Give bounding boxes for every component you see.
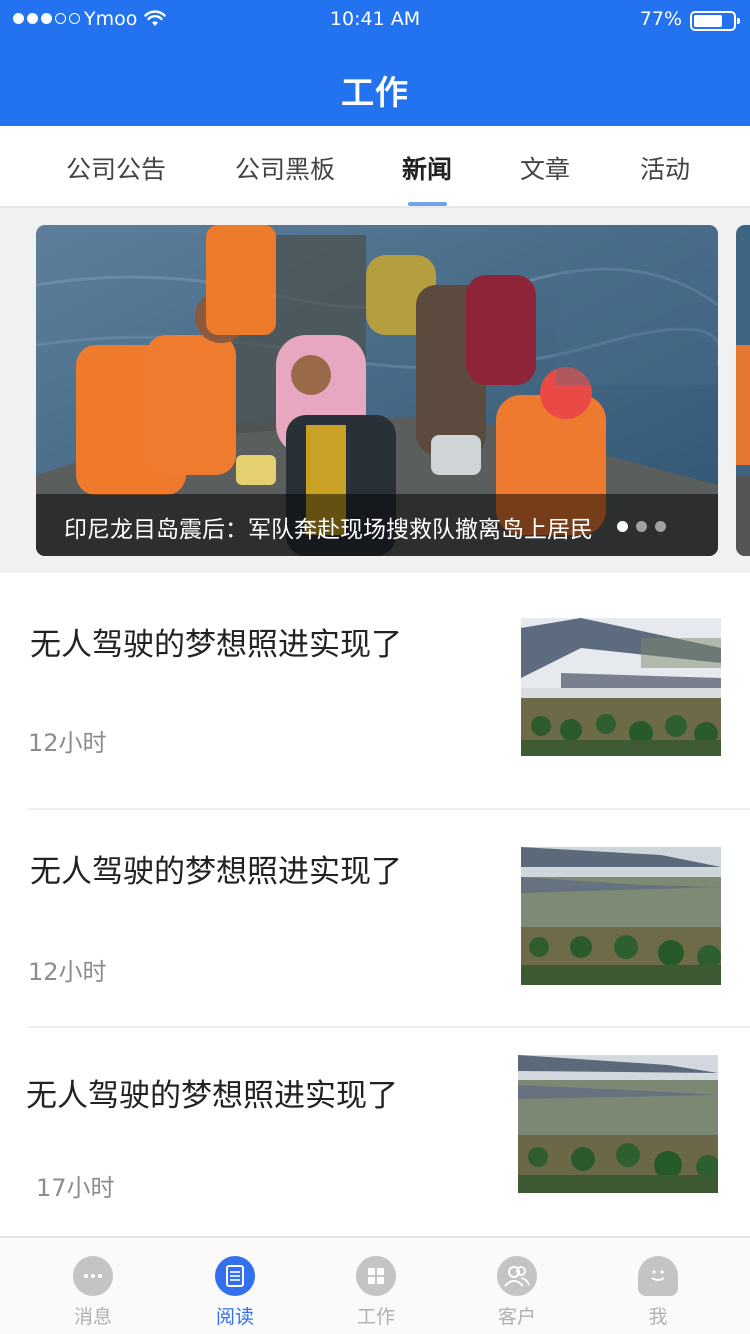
news-carousel[interactable]: 印尼龙目岛震后：军队奔赴现场搜救队撤离岛上居民 [0, 208, 750, 573]
users-icon [497, 1256, 537, 1296]
nav-item-messages[interactable]: 消息 [18, 1238, 168, 1334]
page-title: 工作 [341, 73, 409, 112]
news-time: 12小时 [28, 958, 107, 986]
grid-apps-icon [356, 1256, 396, 1296]
news-title: 无人驾驶的梦想照进实现了 [26, 1078, 398, 1114]
news-thumbnail [521, 847, 721, 985]
list-item[interactable]: 无人驾驶的梦想照进实现了 12小时 [0, 573, 750, 809]
news-title: 无人驾驶的梦想照进实现了 [30, 627, 402, 663]
person-icon [638, 1256, 678, 1296]
pager-dot-active [617, 521, 628, 532]
news-time: 17小时 [36, 1174, 115, 1202]
active-tab-indicator [408, 202, 447, 206]
tab-articles[interactable]: 文章 [520, 150, 570, 186]
list-item[interactable]: 无人驾驶的梦想照进实现了 17小时 [0, 1028, 750, 1236]
carousel-next-slide-peek[interactable] [736, 225, 750, 556]
list-item[interactable]: 无人驾驶的梦想照进实现了 12小时 [0, 810, 750, 1026]
nav-label: 客户 [497, 1306, 536, 1328]
tab-news[interactable]: 新闻 [402, 150, 452, 186]
status-bar: Ymoo 10:41 AM 77% [0, 0, 750, 40]
news-thumbnail [518, 1055, 718, 1193]
tab-company-announcement[interactable]: 公司公告 [66, 150, 166, 186]
tab-activities[interactable]: 活动 [640, 150, 690, 186]
nav-item-reading[interactable]: 阅读 [160, 1238, 310, 1334]
carousel-pager [617, 521, 666, 532]
news-title: 无人驾驶的梦想照进实现了 [30, 854, 402, 890]
pager-dot [655, 521, 666, 532]
bottom-tab-bar: 消息 阅读 工作 客户 我 [0, 1236, 750, 1334]
battery-icon [690, 11, 740, 31]
news-time: 12小时 [28, 729, 107, 757]
carousel-caption-bar: 印尼龙目岛震后：军队奔赴现场搜救队撤离岛上居民 [36, 494, 718, 556]
nav-item-work[interactable]: 工作 [301, 1238, 451, 1334]
nav-item-customers[interactable]: 客户 [442, 1238, 592, 1334]
nav-label: 阅读 [215, 1306, 254, 1328]
carousel-caption: 印尼龙目岛震后：军队奔赴现场搜救队撤离岛上居民 [64, 517, 593, 543]
nav-label: 消息 [73, 1306, 112, 1328]
document-icon [215, 1256, 255, 1296]
carousel-slide[interactable]: 印尼龙目岛震后：军队奔赴现场搜救队撤离岛上居民 [36, 225, 718, 556]
status-time: 10:41 AM [329, 8, 421, 30]
nav-label: 我 [648, 1306, 668, 1328]
pager-dot [636, 521, 647, 532]
nav-label: 工作 [356, 1306, 395, 1328]
news-thumbnail [521, 618, 721, 756]
chat-bubble-icon [73, 1256, 113, 1296]
category-tabs: 公司公告 公司黑板 新闻 文章 活动 [0, 126, 750, 208]
app-header: Ymoo 10:41 AM 77% 工作 [0, 0, 750, 126]
tab-company-blackboard[interactable]: 公司黑板 [235, 150, 335, 186]
battery-percentage: 77% [639, 8, 682, 30]
nav-item-me[interactable]: 我 [583, 1238, 733, 1334]
